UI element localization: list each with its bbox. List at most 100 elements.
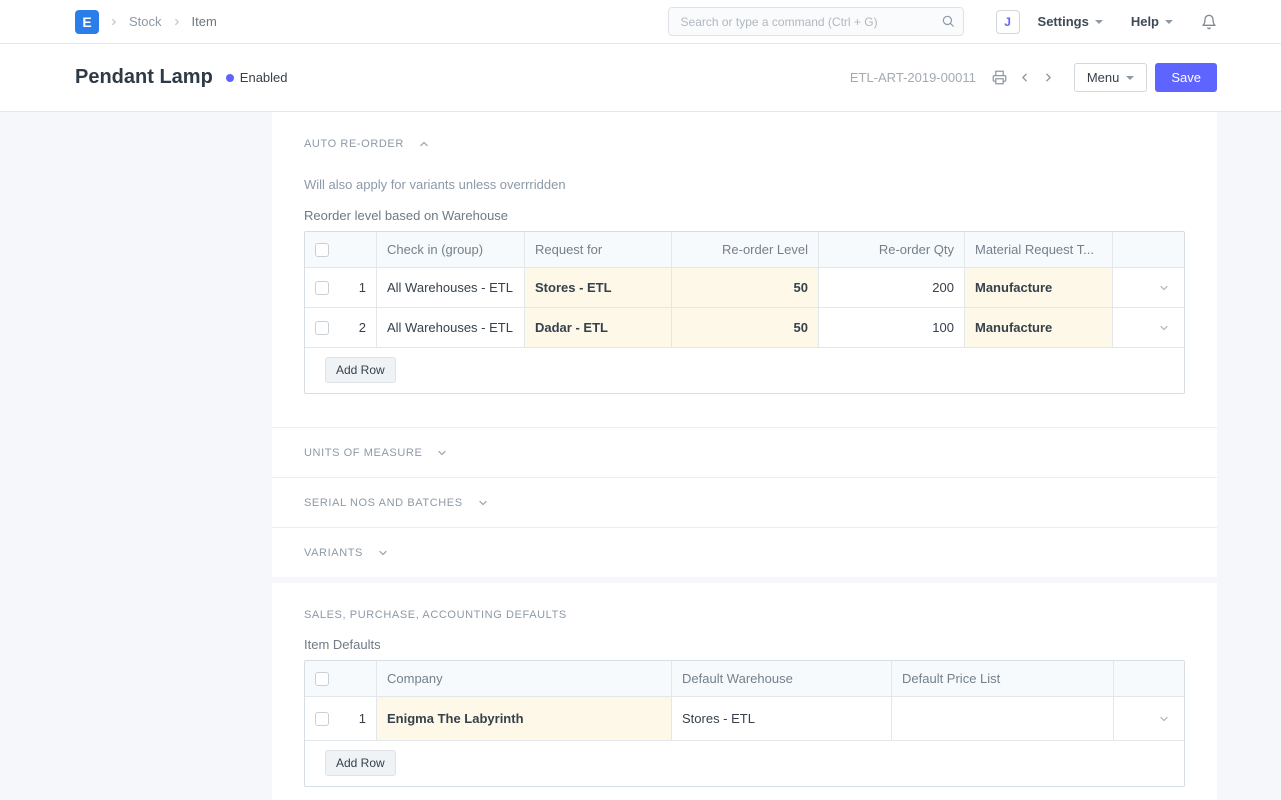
row-checkbox[interactable]: [315, 712, 329, 726]
row-checkbox[interactable]: [315, 321, 329, 335]
notifications-bell-icon[interactable]: [1201, 14, 1217, 30]
select-all-checkbox[interactable]: [315, 672, 329, 686]
cell-default-price-list[interactable]: [892, 697, 1114, 740]
section-title: AUTO RE-ORDER: [304, 138, 404, 150]
cell-reorder-level[interactable]: 50: [672, 268, 819, 307]
column-header-company: Company: [377, 661, 672, 696]
cell-reorder-qty[interactable]: 200: [819, 268, 965, 307]
document-id: ETL-ART-2019-00011: [850, 70, 976, 85]
cell-reorder-qty[interactable]: 100: [819, 308, 965, 347]
chevron-up-icon: [418, 138, 430, 150]
reorder-table: Check in (group) Request for Re-order Le…: [304, 231, 1185, 394]
section-serial-nos-and-batches-toggle[interactable]: SERIAL NOS AND BATCHES: [304, 497, 489, 509]
user-avatar[interactable]: J: [996, 10, 1020, 34]
page-head: Pendant Lamp Enabled ETL-ART-2019-00011 …: [0, 44, 1281, 112]
item-defaults-table-label: Item Defaults: [304, 637, 1185, 652]
row-index: 2: [359, 320, 366, 335]
section-title: UNITS OF MEASURE: [304, 447, 422, 459]
cell-reorder-level[interactable]: 50: [672, 308, 819, 347]
select-all-checkbox[interactable]: [315, 243, 329, 257]
table-row: 2 All Warehouses - ETL Dadar - ETL 50 10…: [305, 308, 1184, 348]
breadcrumb: E Stock Item: [75, 10, 217, 34]
item-defaults-table-header: Company Default Warehouse Default Price …: [305, 661, 1184, 697]
section-auto-re-order-toggle[interactable]: AUTO RE-ORDER: [304, 138, 430, 150]
help-menu[interactable]: Help: [1131, 14, 1173, 29]
erpnext-app: E Stock Item J Settings Help: [0, 0, 1281, 800]
cell-check-in-group[interactable]: All Warehouses - ETL: [377, 268, 525, 307]
page-title: Pendant Lamp: [75, 66, 213, 89]
row-expand-button[interactable]: [1114, 697, 1184, 740]
row-select-cell: 1: [305, 697, 377, 740]
page-head-right: ETL-ART-2019-00011 Menu Save: [850, 63, 1217, 92]
app-logo[interactable]: E: [75, 10, 99, 34]
column-header-reorder-qty: Re-order Qty: [819, 232, 965, 267]
column-header-default-warehouse: Default Warehouse: [672, 661, 892, 696]
navbar: E Stock Item J Settings Help: [0, 0, 1281, 44]
breadcrumb-stock[interactable]: Stock: [129, 14, 162, 29]
section-sales-purchase-accounting-defaults: SALES, PURCHASE, ACCOUNTING DEFAULTS Ite…: [272, 583, 1217, 800]
row-checkbox[interactable]: [315, 281, 329, 295]
chevron-down-icon: [1165, 20, 1173, 24]
chevron-right-icon: [109, 17, 119, 27]
reorder-table-label: Reorder level based on Warehouse: [304, 208, 1185, 223]
column-header-actions: [1114, 661, 1184, 696]
section-serial-nos-and-batches: SERIAL NOS AND BATCHES: [272, 477, 1217, 527]
reorder-table-header: Check in (group) Request for Re-order Le…: [305, 232, 1184, 268]
chevron-down-icon: [377, 547, 389, 559]
row-expand-button[interactable]: [1113, 268, 1184, 307]
row-index: 1: [359, 711, 366, 726]
add-row-button[interactable]: Add Row: [325, 750, 396, 776]
column-header-material-request-type: Material Request T...: [965, 232, 1113, 267]
section-units-of-measure-toggle[interactable]: UNITS OF MEASURE: [304, 447, 448, 459]
column-header-actions: [1113, 232, 1184, 267]
reorder-table-footer: Add Row: [305, 348, 1184, 393]
form-column: AUTO RE-ORDER Will also apply for varian…: [272, 112, 1217, 800]
section-variants-toggle[interactable]: VARIANTS: [304, 547, 389, 559]
cell-check-in-group[interactable]: All Warehouses - ETL: [377, 308, 525, 347]
chevron-down-icon: [1158, 282, 1170, 294]
search-input[interactable]: [668, 7, 964, 36]
search-icon[interactable]: [941, 14, 955, 28]
section-description: Will also apply for variants unless over…: [304, 177, 1185, 192]
chevron-right-icon: [172, 17, 182, 27]
item-defaults-table: Company Default Warehouse Default Price …: [304, 660, 1185, 787]
global-search: [668, 7, 964, 36]
column-header-default-price-list: Default Price List: [892, 661, 1114, 696]
status-dot-icon: [226, 74, 234, 82]
row-expand-button[interactable]: [1113, 308, 1184, 347]
menu-button[interactable]: Menu: [1074, 63, 1148, 92]
menu-button-label: Menu: [1087, 70, 1120, 85]
next-document-icon[interactable]: [1042, 71, 1055, 84]
section-title: VARIANTS: [304, 547, 363, 559]
chevron-down-icon: [1126, 76, 1134, 80]
cell-request-for[interactable]: Dadar - ETL: [525, 308, 672, 347]
print-icon[interactable]: [992, 70, 1007, 85]
section-auto-re-order: AUTO RE-ORDER Will also apply for varian…: [272, 112, 1217, 427]
chevron-down-icon: [477, 497, 489, 509]
section-units-of-measure: UNITS OF MEASURE: [272, 427, 1217, 477]
column-header-reorder-level: Re-order Level: [672, 232, 819, 267]
cell-default-warehouse[interactable]: Stores - ETL: [672, 697, 892, 740]
row-select-cell: 2: [305, 308, 377, 347]
section-defaults-toggle[interactable]: SALES, PURCHASE, ACCOUNTING DEFAULTS: [304, 609, 567, 621]
cell-material-request-type[interactable]: Manufacture: [965, 268, 1113, 307]
add-row-button[interactable]: Add Row: [325, 357, 396, 383]
chevron-down-icon: [1158, 713, 1170, 725]
table-row: 1 Enigma The Labyrinth Stores - ETL: [305, 697, 1184, 741]
prev-document-icon[interactable]: [1018, 71, 1031, 84]
item-defaults-table-footer: Add Row: [305, 741, 1184, 786]
status-badge: Enabled: [226, 70, 288, 85]
column-header-request-for: Request for: [525, 232, 672, 267]
breadcrumb-item[interactable]: Item: [192, 14, 217, 29]
cell-company[interactable]: Enigma The Labyrinth: [377, 697, 672, 740]
settings-menu[interactable]: Settings: [1038, 14, 1103, 29]
header-select-cell: [305, 661, 377, 696]
column-header-check-in-group: Check in (group): [377, 232, 525, 267]
section-title: SALES, PURCHASE, ACCOUNTING DEFAULTS: [304, 609, 567, 621]
header-select-cell: [305, 232, 377, 267]
cell-request-for[interactable]: Stores - ETL: [525, 268, 672, 307]
chevron-down-icon: [1095, 20, 1103, 24]
page-content: AUTO RE-ORDER Will also apply for varian…: [0, 112, 1281, 800]
save-button[interactable]: Save: [1155, 63, 1217, 92]
cell-material-request-type[interactable]: Manufacture: [965, 308, 1113, 347]
